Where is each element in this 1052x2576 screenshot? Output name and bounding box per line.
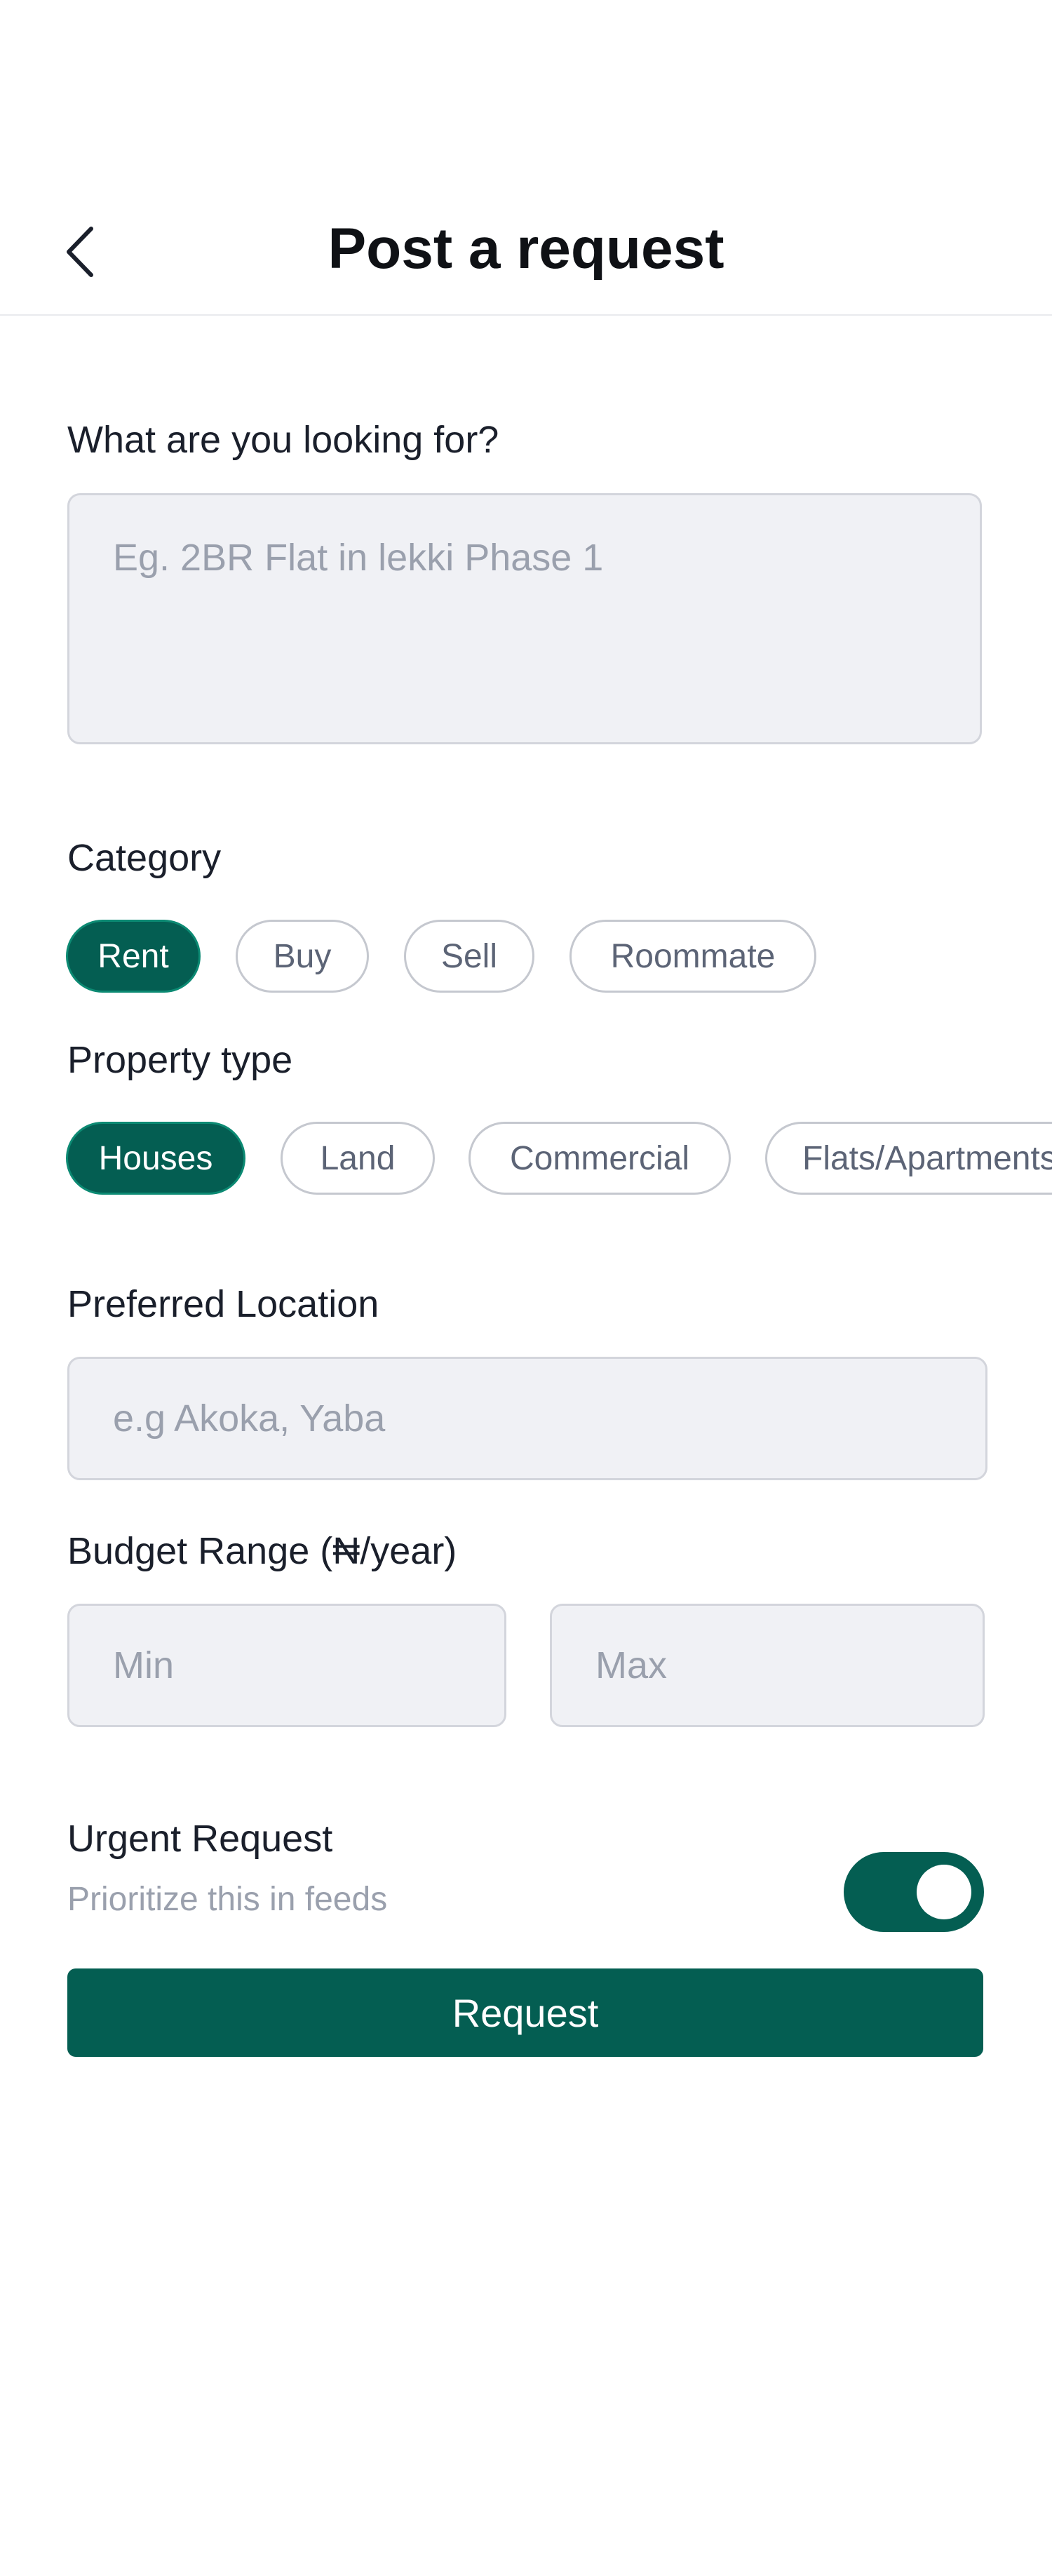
category-chip-rent[interactable]: Rent	[66, 920, 201, 993]
property-chip-houses[interactable]: Houses	[66, 1122, 245, 1195]
looking-for-label: What are you looking for?	[67, 419, 499, 461]
property-chip-commercial[interactable]: Commercial	[468, 1122, 731, 1195]
urgent-description: Prioritize this in feeds	[67, 1881, 388, 1918]
request-button[interactable]: Request	[67, 1968, 983, 2057]
budget-min-input[interactable]: Min	[67, 1604, 506, 1727]
budget-label: Budget Range (₦/year)	[67, 1530, 457, 1572]
app-header: Post a request	[0, 0, 1052, 316]
urgent-toggle[interactable]	[844, 1852, 984, 1932]
category-chip-sell[interactable]: Sell	[404, 920, 534, 993]
location-label: Preferred Location	[67, 1283, 379, 1325]
category-chip-buy[interactable]: Buy	[236, 920, 369, 993]
urgent-label: Urgent Request	[67, 1818, 333, 1860]
looking-for-textarea[interactable]: Eg. 2BR Flat in lekki Phase 1	[67, 493, 982, 744]
toggle-knob	[917, 1865, 971, 1919]
property-chip-flats-apartments[interactable]: Flats/Apartments	[765, 1122, 1052, 1195]
category-label: Category	[67, 837, 222, 879]
page-title: Post a request	[328, 217, 724, 281]
post-request-screen: Post a request What are you looking for?…	[0, 0, 1052, 2576]
property-type-label: Property type	[67, 1039, 293, 1081]
budget-max-input[interactable]: Max	[550, 1604, 985, 1727]
location-input[interactable]: e.g Akoka, Yaba	[67, 1357, 987, 1480]
category-chip-roommate[interactable]: Roommate	[569, 920, 816, 993]
property-chip-land[interactable]: Land	[281, 1122, 435, 1195]
